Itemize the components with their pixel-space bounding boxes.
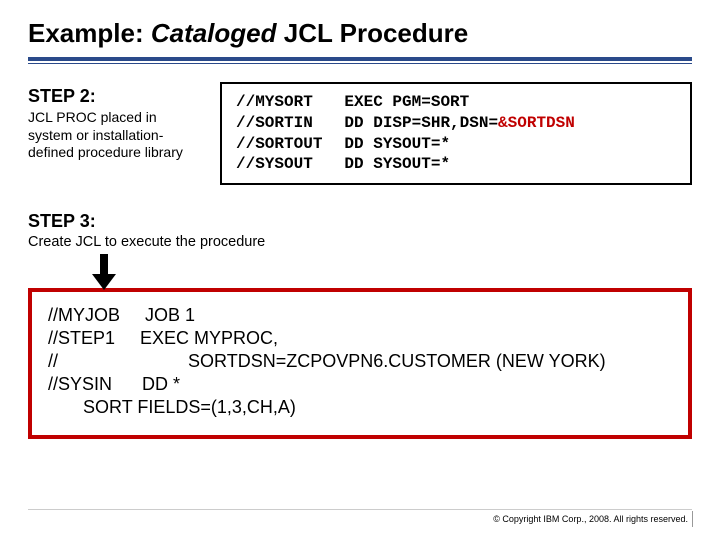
code-right: EXEC PGM=SORT	[344, 92, 596, 113]
step3-code-box: //MYJOB JOB 1 //STEP1 EXEC MYPROC, // SO…	[28, 288, 692, 439]
step2-sub: JCL PROC placed in system or installatio…	[28, 109, 198, 162]
step3-block: STEP 3: Create JCL to execute the proced…	[28, 211, 692, 250]
code-row: //SORTIN DD DISP=SHR,DSN=&SORTDSN	[236, 113, 597, 134]
corner-tick-icon	[692, 511, 698, 527]
code-line: //SYSIN DD *	[48, 373, 672, 396]
code-row: //MYSORT EXEC PGM=SORT	[236, 92, 597, 113]
code-line: SORT FIELDS=(1,3,CH,A)	[48, 396, 672, 419]
code-right: DD SYSOUT=*	[344, 134, 596, 155]
code-left: //MYSORT	[236, 92, 344, 113]
code-line: //STEP1 EXEC MYPROC,	[48, 327, 672, 350]
title-post: JCL Procedure	[277, 18, 469, 48]
slide-title: Example: Cataloged JCL Procedure	[28, 18, 692, 49]
title-pre: Example:	[28, 18, 151, 48]
step2-heading: STEP 2:	[28, 86, 198, 107]
code-line: //MYJOB JOB 1	[48, 304, 672, 327]
step2-code-table: //MYSORT EXEC PGM=SORT //SORTIN DD DISP=…	[236, 92, 597, 175]
rule-thick	[28, 57, 692, 61]
code-right: DD DISP=SHR,DSN=&SORTDSN	[344, 113, 596, 134]
step2-text: STEP 2: JCL PROC placed in system or ins…	[28, 82, 198, 162]
code-line: // SORTDSN=ZCPOVPN6.CUSTOMER (NEW YORK)	[48, 350, 672, 373]
code-row: //SORTOUT DD SYSOUT=*	[236, 134, 597, 155]
rule-thin	[28, 63, 692, 64]
code-left: //SYSOUT	[236, 154, 344, 175]
code-right: DD SYSOUT=*	[344, 154, 596, 175]
code-left: //SORTOUT	[236, 134, 344, 155]
code-row: //SYSOUT DD SYSOUT=*	[236, 154, 597, 175]
arrow-down-icon	[90, 254, 118, 290]
step2-code-box: //MYSORT EXEC PGM=SORT //SORTIN DD DISP=…	[220, 82, 692, 185]
step3-heading: STEP 3:	[28, 211, 692, 232]
step3-sub: Create JCL to execute the procedure	[28, 234, 692, 250]
step2-row: STEP 2: JCL PROC placed in system or ins…	[28, 82, 692, 185]
code-left: //SORTIN	[236, 113, 344, 134]
title-italic: Cataloged	[151, 18, 277, 48]
arrow-down	[28, 254, 692, 290]
copyright-text: © Copyright IBM Corp., 2008. All rights …	[493, 514, 688, 524]
footer-divider	[28, 509, 692, 510]
